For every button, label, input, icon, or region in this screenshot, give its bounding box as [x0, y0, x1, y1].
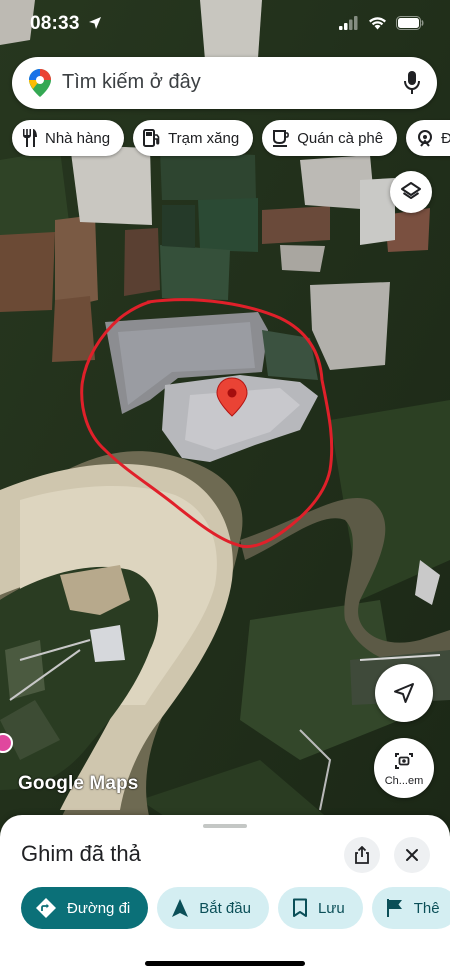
signal-icon: [339, 16, 358, 30]
place-bottom-sheet: Ghim đã thả Đường đi Bắt đầu Lưu Thê: [0, 815, 450, 973]
close-button[interactable]: [394, 837, 430, 873]
navigation-start-icon: [172, 899, 189, 917]
home-indicator[interactable]: [145, 961, 305, 966]
search-bar[interactable]: [12, 57, 437, 109]
share-icon: [355, 846, 369, 864]
bookmark-icon: [292, 898, 307, 917]
chip-label: Trạm xăng: [168, 129, 240, 147]
directions-icon: [36, 898, 56, 918]
gas-station-icon: [143, 129, 160, 147]
lens-search-button[interactable]: Ch...em: [374, 738, 434, 798]
maps-pin-logo-icon: [29, 69, 51, 97]
directions-button[interactable]: Đường đi: [21, 887, 149, 929]
lens-label: Ch...em: [384, 775, 424, 787]
my-location-button[interactable]: [375, 664, 433, 722]
share-button[interactable]: [344, 837, 380, 873]
place-title: Ghim đã thả: [21, 841, 141, 866]
google-maps-attribution: Google Maps: [18, 773, 139, 794]
directions-label: Đường đi: [67, 899, 131, 917]
chip-label: Đị: [441, 129, 450, 147]
wifi-icon: [369, 17, 386, 30]
chip-gas-stations[interactable]: Trạm xăng: [133, 120, 254, 156]
status-bar: 08:33: [0, 0, 450, 50]
category-chips: Nhà hàng Trạm xăng Quán cà phê Đị: [12, 120, 450, 156]
close-icon: [406, 849, 418, 861]
camera-search-icon: [395, 753, 413, 769]
start-label: Bắt đầu: [199, 899, 251, 917]
chip-attractions[interactable]: Đị: [406, 120, 450, 156]
layers-icon: [401, 182, 421, 199]
search-input[interactable]: [62, 71, 362, 94]
restaurant-icon: [23, 129, 37, 147]
chip-label: Nhà hàng: [45, 129, 111, 147]
save-label: Lưu: [317, 899, 345, 917]
chip-label: Quán cà phê: [297, 129, 384, 147]
add-label-button[interactable]: Thê: [371, 887, 450, 929]
attraction-icon: [418, 130, 433, 147]
chip-coffee[interactable]: Quán cà phê: [262, 120, 398, 156]
action-buttons: Đường đi Bắt đầu Lưu Thê: [21, 887, 450, 929]
add-label-label: Thê: [413, 899, 440, 917]
coffee-icon: [273, 130, 290, 147]
location-arrow-icon: [89, 17, 101, 29]
battery-icon: [396, 16, 424, 30]
flag-icon: [386, 899, 402, 917]
drag-handle[interactable]: [203, 824, 247, 828]
mic-icon[interactable]: [403, 70, 421, 96]
status-time: 08:33: [30, 13, 80, 34]
navigation-arrow-icon: [394, 683, 414, 703]
chip-restaurants[interactable]: Nhà hàng: [12, 120, 125, 156]
save-button[interactable]: Lưu: [277, 887, 363, 929]
start-button[interactable]: Bắt đầu: [157, 887, 269, 929]
layers-button[interactable]: [390, 171, 432, 213]
